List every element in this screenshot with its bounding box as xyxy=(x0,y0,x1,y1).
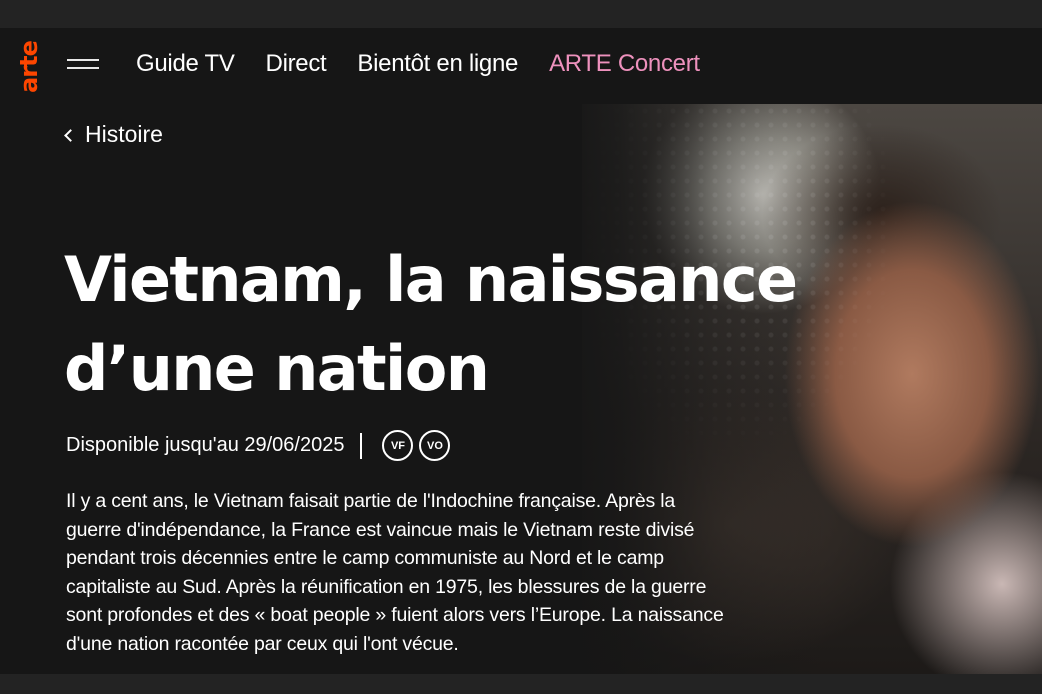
program-description: Il y a cent ans, le Vietnam faisait part… xyxy=(66,487,756,658)
description-line: capitaliste au Sud. Après la réunificati… xyxy=(66,575,707,598)
description-line: Il y a cent ans, le Vietnam faisait part… xyxy=(66,490,676,512)
breadcrumb-back-link[interactable]: Histoire xyxy=(64,121,163,148)
browser-top-strip xyxy=(0,0,1042,28)
site-header: arte Guide TV Direct Bientôt en ligne AR… xyxy=(0,28,1042,104)
hamburger-menu-icon[interactable] xyxy=(67,59,99,73)
main-nav: Guide TV Direct Bientôt en ligne ARTE Co… xyxy=(136,50,700,78)
vo-badge: VO xyxy=(419,430,451,461)
nav-direct[interactable]: Direct xyxy=(266,50,327,78)
nav-bientot-en-ligne[interactable]: Bientôt en ligne xyxy=(357,50,518,78)
program-hero: Histoire Vietnam, la naissance d’une nat… xyxy=(0,104,1042,674)
title-line-2: d’une nation xyxy=(64,332,490,405)
availability-text: Disponible jusqu'au 29/06/2025 xyxy=(66,434,345,456)
arte-logo[interactable]: arte xyxy=(14,32,44,102)
description-line: d'une nation racontée par ceux qui l'ont… xyxy=(66,632,459,655)
bottom-strip xyxy=(0,674,1042,694)
nav-arte-concert[interactable]: ARTE Concert xyxy=(549,50,700,78)
vf-badge: VF xyxy=(382,430,414,461)
meta-divider xyxy=(360,432,363,459)
logo-text: arte xyxy=(15,41,43,93)
description-line: guerre d'indépendance, la France est vai… xyxy=(66,518,695,541)
chevron-left-icon xyxy=(64,128,77,142)
program-title: Vietnam, la naissance d’une nation xyxy=(64,235,798,413)
breadcrumb-label: Histoire xyxy=(85,121,163,147)
title-line-1: Vietnam, la naissance xyxy=(64,243,798,316)
description-line: pendant trois décennies entre le camp co… xyxy=(66,547,664,569)
description-line: sont profondes et des « boat people » fu… xyxy=(66,604,724,626)
nav-guide-tv[interactable]: Guide TV xyxy=(136,50,235,78)
program-meta: Disponible jusqu'au 29/06/2025 VF VO xyxy=(66,430,456,461)
